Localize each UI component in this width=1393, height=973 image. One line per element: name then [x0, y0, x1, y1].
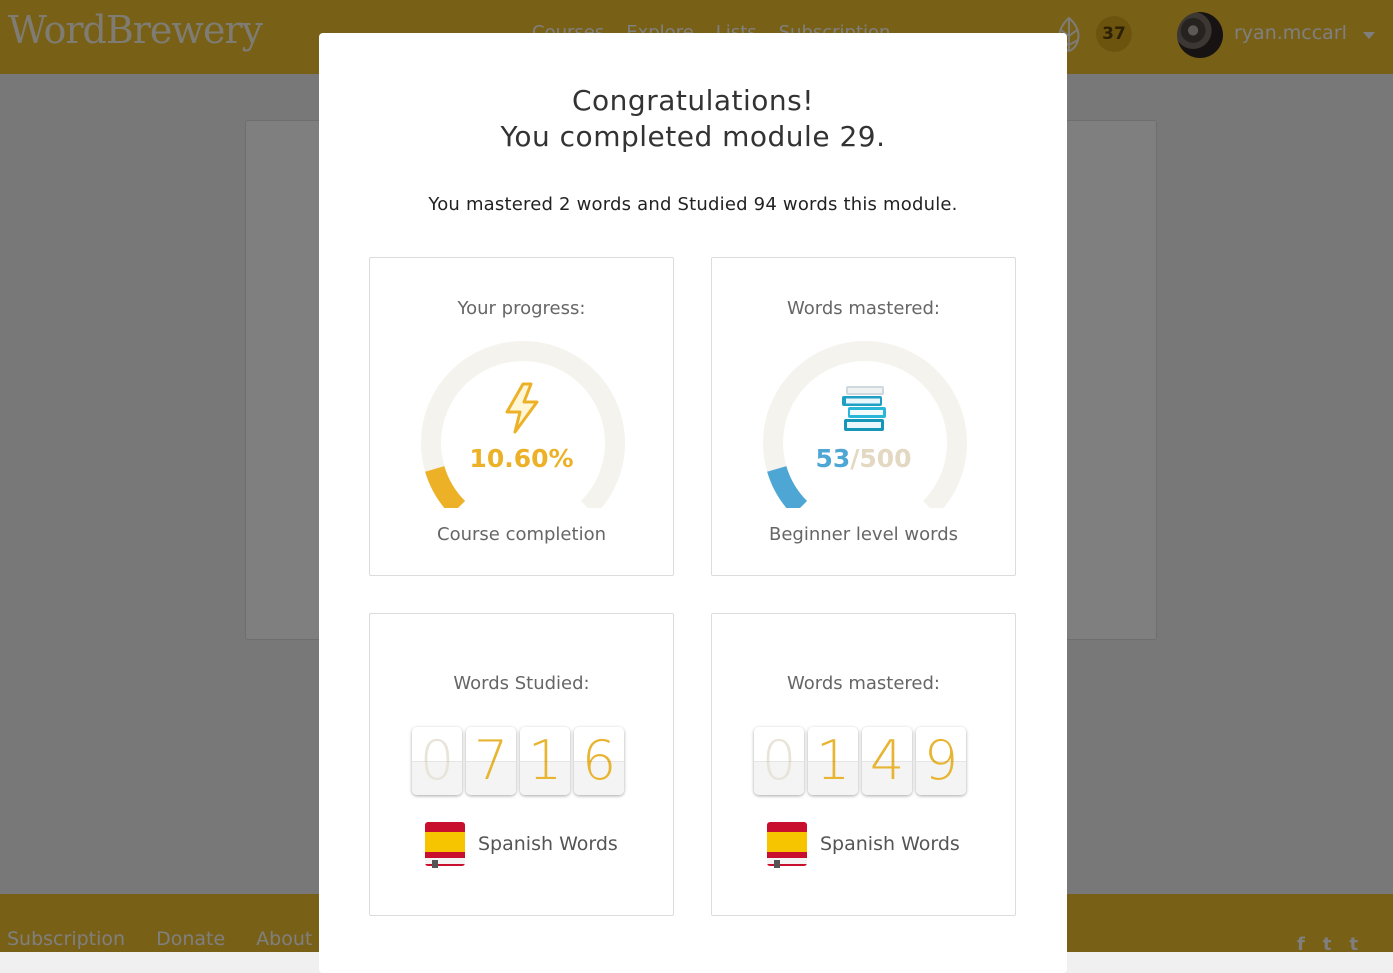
words-studied-card: Words Studied: 0 7 1 6 Spanish Words — [369, 613, 674, 916]
modal-title: Congratulations! You completed module 29… — [319, 83, 1067, 155]
counter-digit: 4 — [862, 727, 912, 795]
mastered-language: Spanish Words — [766, 820, 960, 868]
counter-digit: 6 — [574, 727, 624, 795]
studied-language-label: Spanish Words — [478, 833, 618, 855]
modal-subtitle: You mastered 2 words and Studied 94 word… — [428, 194, 958, 215]
progress-card-title: Your progress: — [457, 298, 586, 319]
spanish-book-icon — [767, 822, 807, 868]
mastered-counter: 0 1 4 9 — [754, 727, 966, 795]
title-line-2: You completed module 29. — [500, 120, 886, 153]
module-complete-modal: Congratulations! You completed module 29… — [319, 33, 1067, 973]
mastered-card-title: Words mastered: — [786, 298, 940, 319]
mastered-separator: / — [850, 444, 860, 473]
mastered-gauge-card: Words mastered: 53/500 Beginner level wo… — [711, 257, 1016, 576]
studied-language: Spanish Words — [424, 820, 618, 868]
title-line-1: Congratulations! — [572, 84, 814, 117]
words-mastered-card: Words mastered: 0 1 4 9 Spanish Words — [711, 613, 1016, 916]
mastered-caption: Beginner level words — [768, 524, 958, 545]
studied-card-title: Words Studied: — [453, 673, 590, 694]
studied-counter: 0 7 1 6 — [412, 727, 624, 795]
progress-card: Your progress: 10.60% Course completion — [369, 257, 674, 576]
progress-caption: Course completion — [437, 524, 606, 545]
progress-gauge-fill — [425, 465, 466, 508]
counter-digit: 0 — [412, 727, 462, 795]
mastered-language-label: Spanish Words — [820, 833, 960, 855]
progress-percent: 10.60% — [469, 444, 574, 473]
mastered-total: 500 — [859, 444, 912, 473]
counter-digit: 0 — [754, 727, 804, 795]
mastered-gauge-fill — [767, 465, 808, 508]
mastered-ratio: 53/500 — [712, 444, 1015, 473]
spanish-book-icon — [425, 822, 465, 868]
mastered-counter-title: Words mastered: — [786, 673, 940, 694]
counter-digit: 9 — [916, 727, 966, 795]
books-icon — [842, 386, 886, 431]
lightning-icon — [505, 382, 539, 434]
counter-digit: 1 — [520, 727, 570, 795]
counter-digit: 7 — [466, 727, 516, 795]
counter-digit: 1 — [808, 727, 858, 795]
mastered-current: 53 — [815, 444, 851, 473]
